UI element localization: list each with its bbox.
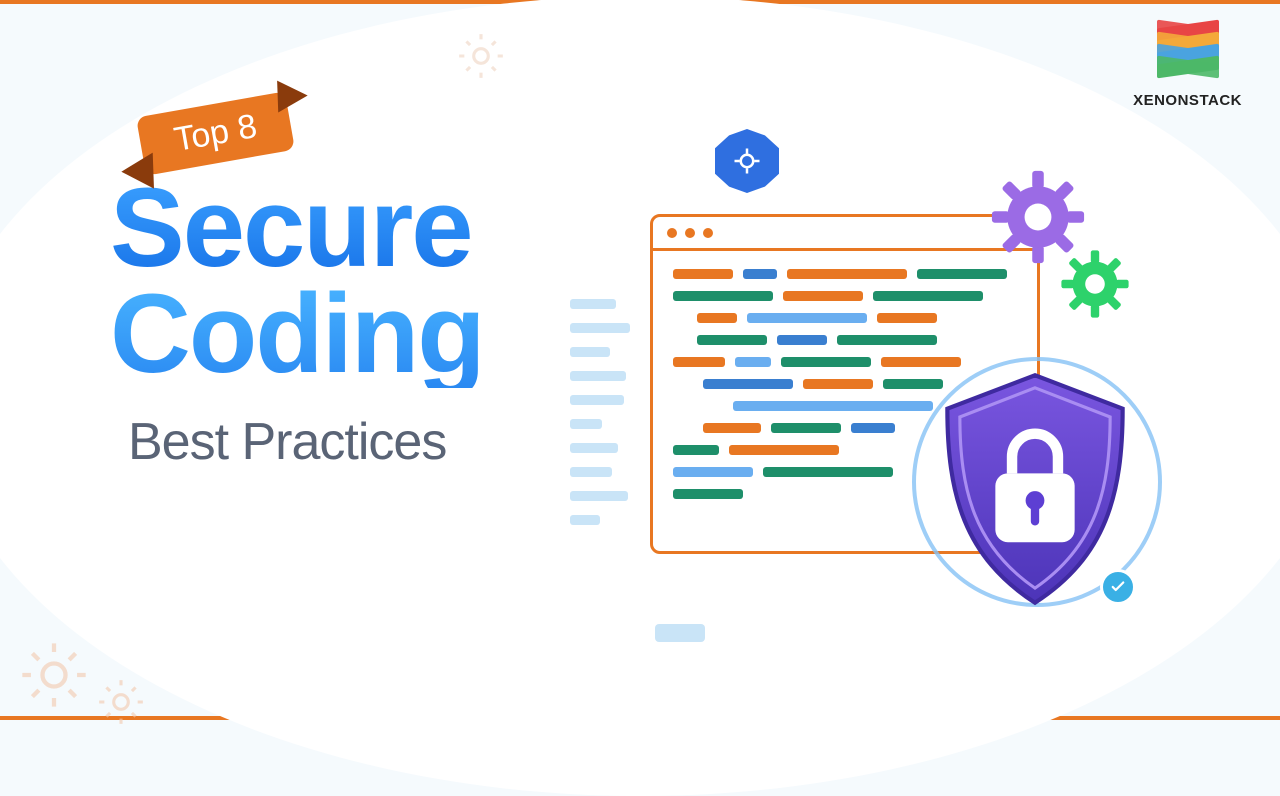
headline-block: Top 8 Secure Coding Best Practices — [110, 104, 484, 472]
window-bar — [653, 217, 1037, 251]
gear-badge-icon — [715, 129, 779, 193]
gear-outline-icon — [455, 30, 507, 82]
code-side-bars — [570, 299, 630, 525]
subtitle: Best Practices — [128, 412, 484, 472]
gear-outline-icon — [95, 676, 147, 728]
check-badge-icon — [1100, 569, 1136, 605]
ribbon-badge: Top 8 — [136, 91, 295, 175]
window-dot-icon — [667, 228, 677, 238]
logo-mark-icon — [1157, 24, 1219, 86]
illustration — [560, 119, 1200, 679]
window-dot-icon — [685, 228, 695, 238]
gear-outline-icon — [18, 639, 90, 711]
title-line-2: Coding — [110, 281, 484, 387]
decorative-rect — [655, 624, 705, 642]
brand-logo: XENONSTACK — [1133, 24, 1242, 109]
gear-icon — [1060, 249, 1130, 319]
window-dot-icon — [703, 228, 713, 238]
title-line-1: Secure — [110, 175, 484, 281]
brand-name: XENONSTACK — [1133, 92, 1242, 109]
